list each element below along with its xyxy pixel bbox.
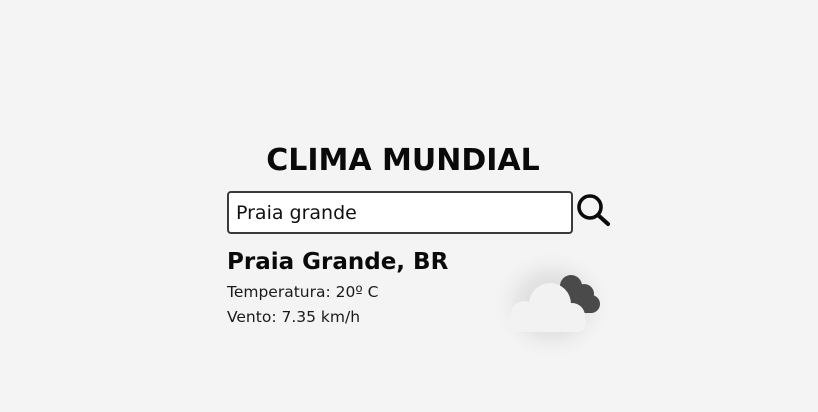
city-name: Praia Grande, BR	[227, 249, 449, 275]
wind-text: Vento: 7.35 km/h	[227, 308, 361, 326]
cloudy-icon	[490, 248, 614, 362]
search-button[interactable]	[574, 191, 614, 231]
search-icon	[577, 194, 610, 226]
app-title: CLIMA MUNDIAL	[266, 143, 540, 178]
temperature-text: Temperatura: 20º C	[227, 283, 379, 301]
city-search-input[interactable]	[227, 191, 573, 234]
